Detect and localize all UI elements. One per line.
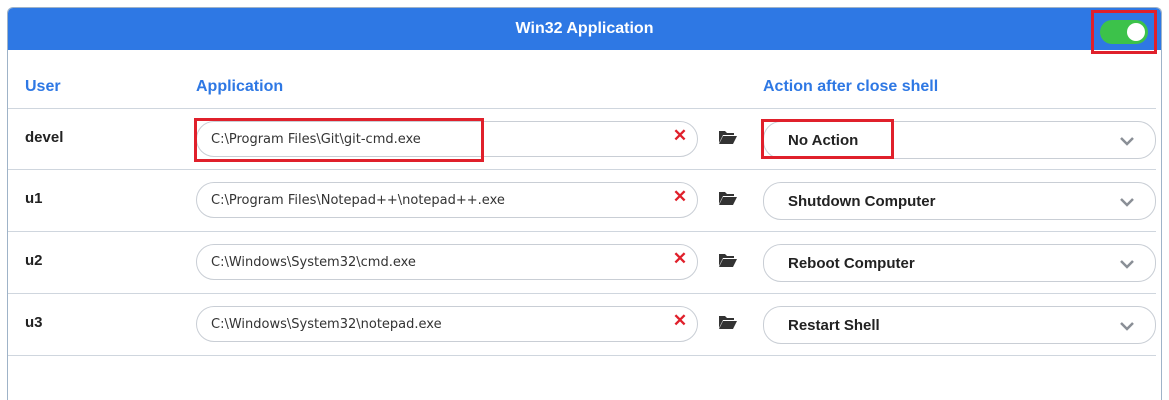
chevron-down-icon [1120,137,1134,146]
user-name: u2 [25,252,43,269]
folder-open-icon[interactable] [718,314,738,330]
header-application: Application [196,78,284,95]
user-name: u1 [25,190,43,207]
enable-toggle-highlight [1091,10,1157,54]
application-path-input[interactable] [211,307,651,341]
folder-open-icon[interactable] [718,252,738,268]
action-select[interactable]: Restart Shell [763,306,1156,344]
close-icon[interactable]: ✕ [672,127,688,144]
table-row: u1 ✕ Shutdown Computer [8,170,1156,232]
chevron-down-icon [1120,260,1134,269]
close-icon[interactable]: ✕ [672,188,688,205]
application-path-field [196,244,698,280]
action-selected-value: Restart Shell [788,317,880,334]
column-headers: User Application Action after close shel… [8,78,1161,102]
toggle-knob [1127,23,1145,41]
win32-application-panel: Win32 Application User Application Actio… [7,7,1162,400]
title-bar: Win32 Application [8,8,1161,50]
enable-toggle[interactable] [1100,20,1148,44]
table-row: u3 ✕ Restart Shell [8,294,1156,356]
chevron-down-icon [1120,198,1134,207]
application-path-input[interactable] [211,183,651,217]
application-path-field [196,306,698,342]
table-row: devel ✕ No Action [8,108,1156,170]
action-selected-value: No Action [788,132,859,149]
close-icon[interactable]: ✕ [672,312,688,329]
application-path-field [196,182,698,218]
user-name: devel [25,129,64,146]
application-path-input[interactable] [211,122,651,156]
table-row: u2 ✕ Reboot Computer [8,232,1156,294]
action-select[interactable]: Shutdown Computer [763,182,1156,220]
folder-open-icon[interactable] [718,190,738,206]
header-user: User [25,78,61,95]
header-action: Action after close shell [763,78,939,95]
window-title: Win32 Application [515,20,654,37]
application-path-input[interactable] [211,245,651,279]
application-path-field [196,121,698,157]
action-select[interactable]: No Action [763,121,1156,159]
user-name: u3 [25,314,43,331]
chevron-down-icon [1120,322,1134,331]
close-icon[interactable]: ✕ [672,250,688,267]
action-selected-value: Shutdown Computer [788,193,936,210]
folder-open-icon[interactable] [718,129,738,145]
action-select[interactable]: Reboot Computer [763,244,1156,282]
action-selected-value: Reboot Computer [788,255,915,272]
